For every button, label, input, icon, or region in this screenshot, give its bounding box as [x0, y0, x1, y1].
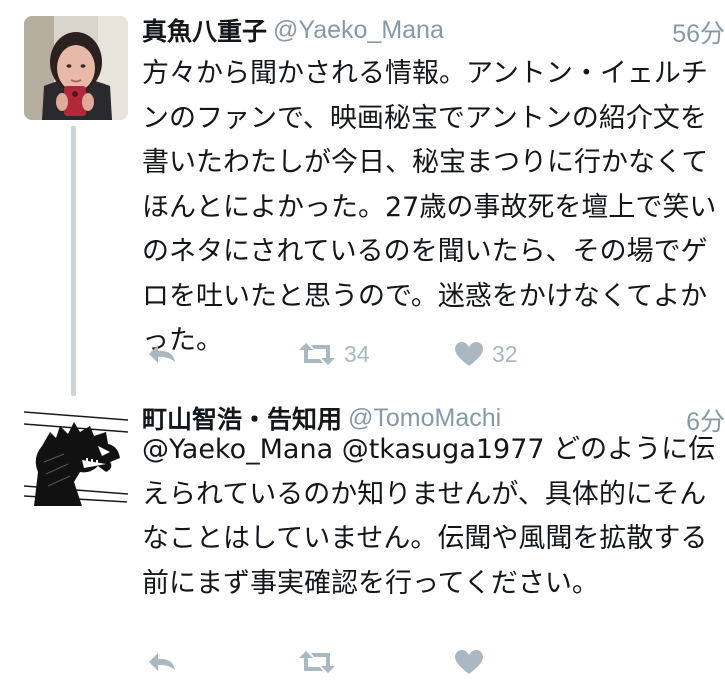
timestamp[interactable]: 56分 — [672, 14, 725, 50]
reply-arrow-icon — [149, 653, 175, 671]
reply-button[interactable] — [146, 336, 178, 372]
like-count: 32 — [492, 340, 518, 367]
reply-button[interactable] — [146, 644, 178, 680]
tweet-text: @Yaeko_Mana @tkasuga1977 どのように伝えられているのか知… — [142, 434, 716, 599]
retweet-icon — [299, 651, 335, 673]
retweet-icon — [299, 343, 335, 365]
retweet-button[interactable] — [298, 644, 344, 680]
kaiju-drawing — [24, 402, 128, 506]
thread-connector-line — [71, 126, 76, 396]
retweet-button[interactable]: 34 — [298, 336, 370, 372]
reply-arrow-icon — [149, 345, 175, 363]
avatar[interactable] — [24, 16, 128, 120]
avatar[interactable] — [24, 402, 128, 506]
heart-icon — [455, 650, 483, 674]
profile-photo-selfie — [24, 16, 128, 120]
tweet-actions — [142, 644, 642, 680]
tweet[interactable]: 町山智浩・告知用 @TomoMachi 6分 @Yaeko_Mana @tkasu… — [0, 388, 725, 683]
display-name[interactable]: 真魚八重子 — [142, 17, 267, 46]
tweet-text: 方々から聞かされる情報。アントン・イェルチンのファンで、映画秘宝でアントンの紹介… — [142, 58, 717, 356]
tweet-actions: 34 32 — [142, 336, 642, 372]
tweet-header: 真魚八重子 @Yaeko_Mana 56分 — [142, 12, 725, 52]
like-button[interactable] — [454, 644, 492, 680]
user-handle[interactable]: @Yaeko_Mana — [273, 16, 444, 44]
tweet[interactable]: 真魚八重子 @Yaeko_Mana 56分 方々から聞かされる情報。アントン・イェ… — [0, 0, 725, 396]
heart-icon — [455, 342, 483, 366]
like-button[interactable]: 32 — [454, 336, 518, 372]
retweet-count: 34 — [344, 340, 370, 367]
